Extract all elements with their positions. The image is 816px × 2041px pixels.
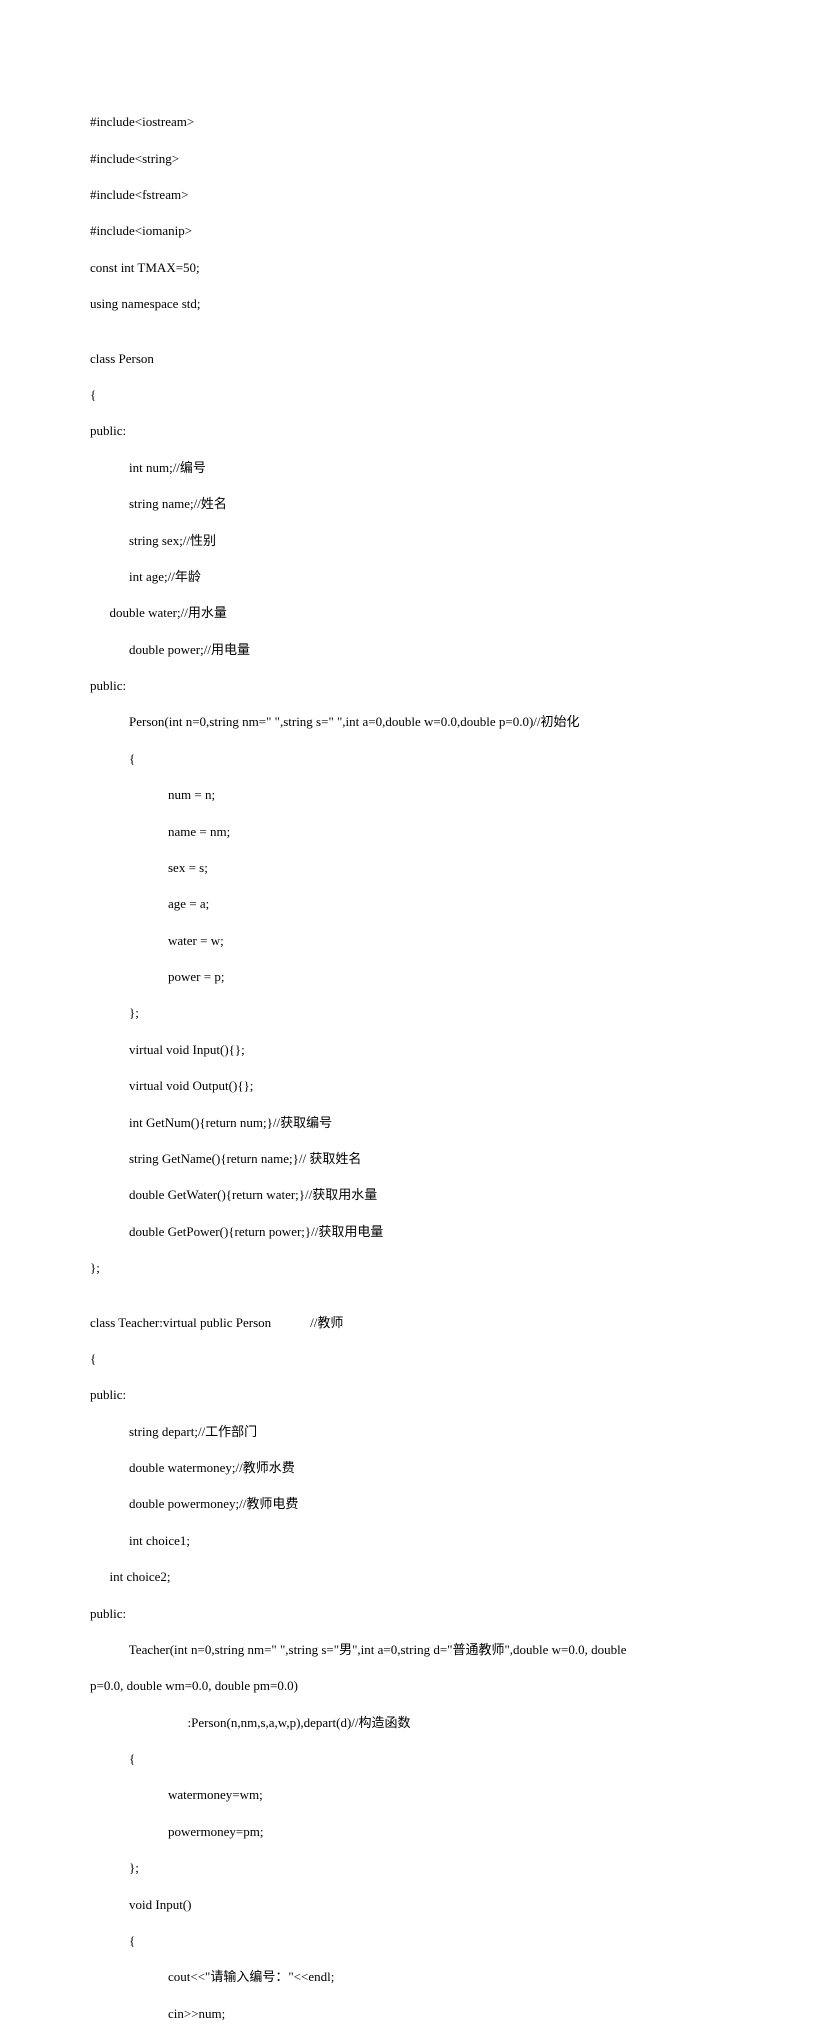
code-page: #include<iostream> #include<string> #inc… xyxy=(0,0,816,2041)
code-line: water = w; xyxy=(90,932,726,950)
code-line: { xyxy=(90,386,726,404)
code-line: age = a; xyxy=(90,895,726,913)
code-line: public: xyxy=(90,422,726,440)
code-line: #include<iomanip> xyxy=(90,222,726,240)
code-line: string sex;//性别 xyxy=(90,532,726,550)
code-line: string depart;//工作部门 xyxy=(90,1423,726,1441)
code-line: name = nm; xyxy=(90,823,726,841)
code-line: class Teacher:virtual public Person //教师 xyxy=(90,1314,726,1332)
code-line: public: xyxy=(90,677,726,695)
code-line: class Person xyxy=(90,350,726,368)
code-line: cout<<"请输入编号："<<endl; xyxy=(90,1968,726,1986)
code-line: { xyxy=(90,1932,726,1950)
code-line: powermoney=pm; xyxy=(90,1823,726,1841)
code-line: cin>>num; xyxy=(90,2005,726,2023)
code-line: }; xyxy=(90,1259,726,1277)
code-line: string name;//姓名 xyxy=(90,495,726,513)
code-line: string GetName(){return name;}// 获取姓名 xyxy=(90,1150,726,1168)
code-line: virtual void Output(){}; xyxy=(90,1077,726,1095)
code-line: #include<iostream> xyxy=(90,113,726,131)
code-line: double GetPower(){return power;}//获取用电量 xyxy=(90,1223,726,1241)
code-line: double power;//用电量 xyxy=(90,641,726,659)
code-line: double water;//用水量 xyxy=(90,604,726,622)
code-line: { xyxy=(90,1350,726,1368)
code-line: #include<string> xyxy=(90,150,726,168)
code-line: { xyxy=(90,1750,726,1768)
code-line: }; xyxy=(90,1004,726,1022)
code-line: double watermoney;//教师水费 xyxy=(90,1459,726,1477)
code-line: Person(int n=0,string nm=" ",string s=" … xyxy=(90,713,726,731)
code-line: p=0.0, double wm=0.0, double pm=0.0) xyxy=(90,1677,726,1695)
code-line: virtual void Input(){}; xyxy=(90,1041,726,1059)
code-line: int GetNum(){return num;}//获取编号 xyxy=(90,1114,726,1132)
code-line: double powermoney;//教师电费 xyxy=(90,1495,726,1513)
code-line: watermoney=wm; xyxy=(90,1786,726,1804)
code-line: :Person(n,nm,s,a,w,p),depart(d)//构造函数 xyxy=(90,1714,726,1732)
code-line: using namespace std; xyxy=(90,295,726,313)
code-line: int num;//编号 xyxy=(90,459,726,477)
code-line: #include<fstream> xyxy=(90,186,726,204)
code-line: int choice2; xyxy=(90,1568,726,1586)
code-line: num = n; xyxy=(90,786,726,804)
code-line: double GetWater(){return water;}//获取用水量 xyxy=(90,1186,726,1204)
code-line: sex = s; xyxy=(90,859,726,877)
code-line: const int TMAX=50; xyxy=(90,259,726,277)
code-line: public: xyxy=(90,1386,726,1404)
code-line: int choice1; xyxy=(90,1532,726,1550)
code-line: void Input() xyxy=(90,1896,726,1914)
code-line: public: xyxy=(90,1605,726,1623)
code-line: Teacher(int n=0,string nm=" ",string s="… xyxy=(90,1641,726,1659)
code-line: power = p; xyxy=(90,968,726,986)
code-line: { xyxy=(90,750,726,768)
code-line: }; xyxy=(90,1859,726,1877)
code-line: int age;//年龄 xyxy=(90,568,726,586)
